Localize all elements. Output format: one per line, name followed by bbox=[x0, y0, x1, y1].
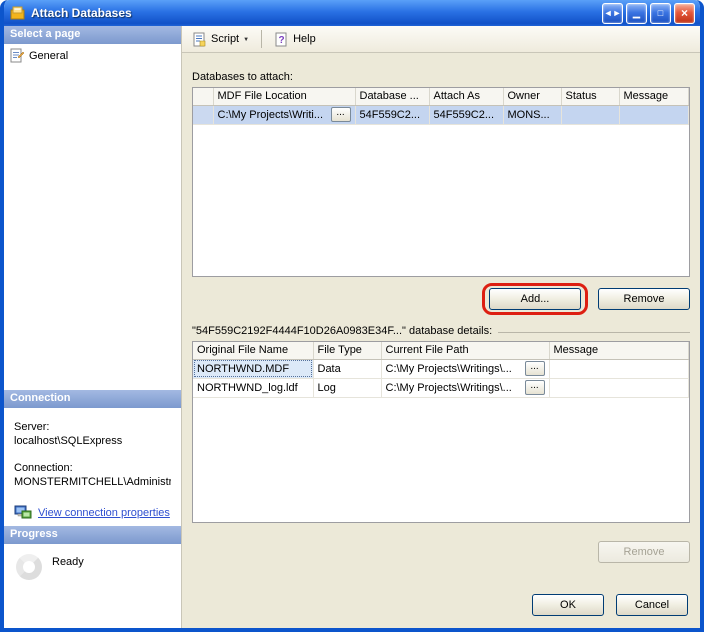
add-button-highlight-annotation: Add... bbox=[482, 283, 588, 315]
window-title: Attach Databases bbox=[31, 6, 597, 20]
original-file-name-cell[interactable]: NORTHWND.MDF bbox=[193, 359, 313, 378]
database-cell[interactable]: 54F559C2... bbox=[355, 105, 429, 124]
titlebar[interactable]: Attach Databases ◄► ▁ □ × bbox=[4, 0, 700, 26]
script-icon bbox=[192, 32, 207, 47]
svg-text:?: ? bbox=[279, 35, 285, 46]
connection-header: Connection bbox=[4, 390, 181, 408]
mdf-file-location-cell[interactable]: C:\My Projects\Writi... ... bbox=[213, 105, 355, 124]
browse-data-path-button[interactable]: ... bbox=[525, 361, 545, 376]
details-col-message[interactable]: Message bbox=[549, 342, 689, 359]
maximize-icon[interactable]: □ bbox=[650, 3, 671, 24]
sidebar: Select a page General Connection Server: bbox=[4, 26, 182, 628]
page-icon bbox=[9, 48, 24, 63]
database-details-table[interactable]: Original File Name File Type Current Fil… bbox=[192, 341, 690, 523]
window-body: Select a page General Connection Server: bbox=[4, 26, 700, 628]
help-icon: ? bbox=[274, 32, 289, 47]
progress-block: Ready bbox=[4, 544, 181, 628]
cancel-button[interactable]: Cancel bbox=[616, 594, 688, 616]
script-button-label: Script bbox=[211, 33, 239, 45]
attach-table-header-row: MDF File Location Database ... Attach As… bbox=[193, 88, 689, 105]
row-gutter-cell[interactable] bbox=[193, 105, 213, 124]
browse-log-path-button[interactable]: ... bbox=[525, 380, 545, 395]
progress-spinner-icon bbox=[16, 554, 42, 580]
toolbar-separator bbox=[261, 30, 262, 48]
minimize-icon[interactable]: ▁ bbox=[626, 3, 647, 24]
attach-col-database[interactable]: Database ... bbox=[355, 88, 429, 105]
script-button[interactable]: Script ▼ bbox=[188, 30, 253, 49]
sidebar-item-general-label: General bbox=[29, 50, 68, 62]
sidebar-item-general[interactable]: General bbox=[4, 44, 181, 67]
select-a-page-header: Select a page bbox=[4, 26, 181, 44]
original-file-name-cell[interactable]: NORTHWND_log.ldf bbox=[193, 378, 313, 397]
current-file-path-cell[interactable]: C:\My Projects\Writings\... ... bbox=[381, 378, 549, 397]
attach-col-status[interactable]: Status bbox=[561, 88, 619, 105]
main-panel: Script ▼ ? Help Databases to attach: bbox=[182, 26, 700, 628]
database-details-label: "54F559C2192F4444F10D26A0983E34F..." dat… bbox=[192, 325, 492, 337]
owner-cell[interactable]: MONS... bbox=[503, 105, 561, 124]
help-button-label: Help bbox=[293, 33, 316, 45]
file-type-cell[interactable]: Data bbox=[313, 359, 381, 378]
connection-block: Server: localhost\SQLExpress Connection:… bbox=[4, 408, 181, 526]
server-value: localhost\SQLExpress bbox=[14, 434, 171, 448]
databases-to-attach-table[interactable]: MDF File Location Database ... Attach As… bbox=[192, 87, 690, 277]
details-message-cell[interactable] bbox=[549, 359, 689, 378]
current-file-path-value: C:\My Projects\Writings\... bbox=[386, 382, 522, 394]
connection-properties-icon bbox=[14, 505, 32, 520]
attach-col-message[interactable]: Message bbox=[619, 88, 689, 105]
dialog-footer: OK Cancel bbox=[192, 590, 690, 618]
attach-col-attach-as[interactable]: Attach As bbox=[429, 88, 503, 105]
details-col-original-file-name[interactable]: Original File Name bbox=[193, 342, 313, 359]
details-col-file-type[interactable]: File Type bbox=[313, 342, 381, 359]
connection-label: Connection: bbox=[14, 461, 171, 475]
window-database-icon bbox=[10, 5, 26, 21]
current-file-path-cell[interactable]: C:\My Projects\Writings\... ... bbox=[381, 359, 549, 378]
progress-status: Ready bbox=[52, 554, 84, 568]
details-table-row-log[interactable]: NORTHWND_log.ldf Log C:\My Projects\Writ… bbox=[193, 378, 689, 397]
attach-databases-window: Attach Databases ◄► ▁ □ × Select a page bbox=[0, 0, 704, 632]
toolbar: Script ▼ ? Help bbox=[182, 26, 700, 53]
sidebar-spacer bbox=[4, 67, 181, 390]
details-divider bbox=[498, 332, 690, 333]
status-cell[interactable] bbox=[561, 105, 619, 124]
attach-col-owner[interactable]: Owner bbox=[503, 88, 561, 105]
view-connection-properties-link[interactable]: View connection properties bbox=[38, 506, 170, 520]
progress-header: Progress bbox=[4, 526, 181, 544]
attach-as-cell[interactable]: 54F559C2... bbox=[429, 105, 503, 124]
dock-arrows-icon[interactable]: ◄► bbox=[602, 3, 623, 24]
close-icon[interactable]: × bbox=[674, 3, 695, 24]
details-col-current-file-path[interactable]: Current File Path bbox=[381, 342, 549, 359]
attach-col-mdf-file-location[interactable]: MDF File Location bbox=[213, 88, 355, 105]
remove-button[interactable]: Remove bbox=[598, 288, 690, 310]
main-content: Databases to attach: MDF File Location bbox=[182, 53, 700, 628]
attach-table-row[interactable]: C:\My Projects\Writi... ... 54F559C2... … bbox=[193, 105, 689, 124]
details-remove-button[interactable]: Remove bbox=[598, 541, 690, 563]
file-type-cell[interactable]: Log bbox=[313, 378, 381, 397]
databases-to-attach-label: Databases to attach: bbox=[192, 71, 690, 83]
mdf-file-location-value: C:\My Projects\Writi... bbox=[218, 109, 328, 121]
ok-button[interactable]: OK bbox=[532, 594, 604, 616]
add-button[interactable]: Add... bbox=[489, 288, 581, 310]
message-cell[interactable] bbox=[619, 105, 689, 124]
titlebar-buttons: ◄► ▁ □ × bbox=[602, 3, 695, 24]
browse-mdf-button[interactable]: ... bbox=[331, 107, 351, 122]
server-label: Server: bbox=[14, 420, 171, 434]
details-table-header-row: Original File Name File Type Current Fil… bbox=[193, 342, 689, 359]
help-button[interactable]: ? Help bbox=[270, 30, 320, 49]
current-file-path-value: C:\My Projects\Writings\... bbox=[386, 363, 522, 375]
details-message-cell[interactable] bbox=[549, 378, 689, 397]
attach-col-gutter bbox=[193, 88, 213, 105]
script-dropdown-icon[interactable]: ▼ bbox=[243, 35, 249, 43]
connection-value: MONSTERMITCHELL\Administra bbox=[14, 475, 171, 489]
details-table-row-data[interactable]: NORTHWND.MDF Data C:\My Projects\Writing… bbox=[193, 359, 689, 378]
